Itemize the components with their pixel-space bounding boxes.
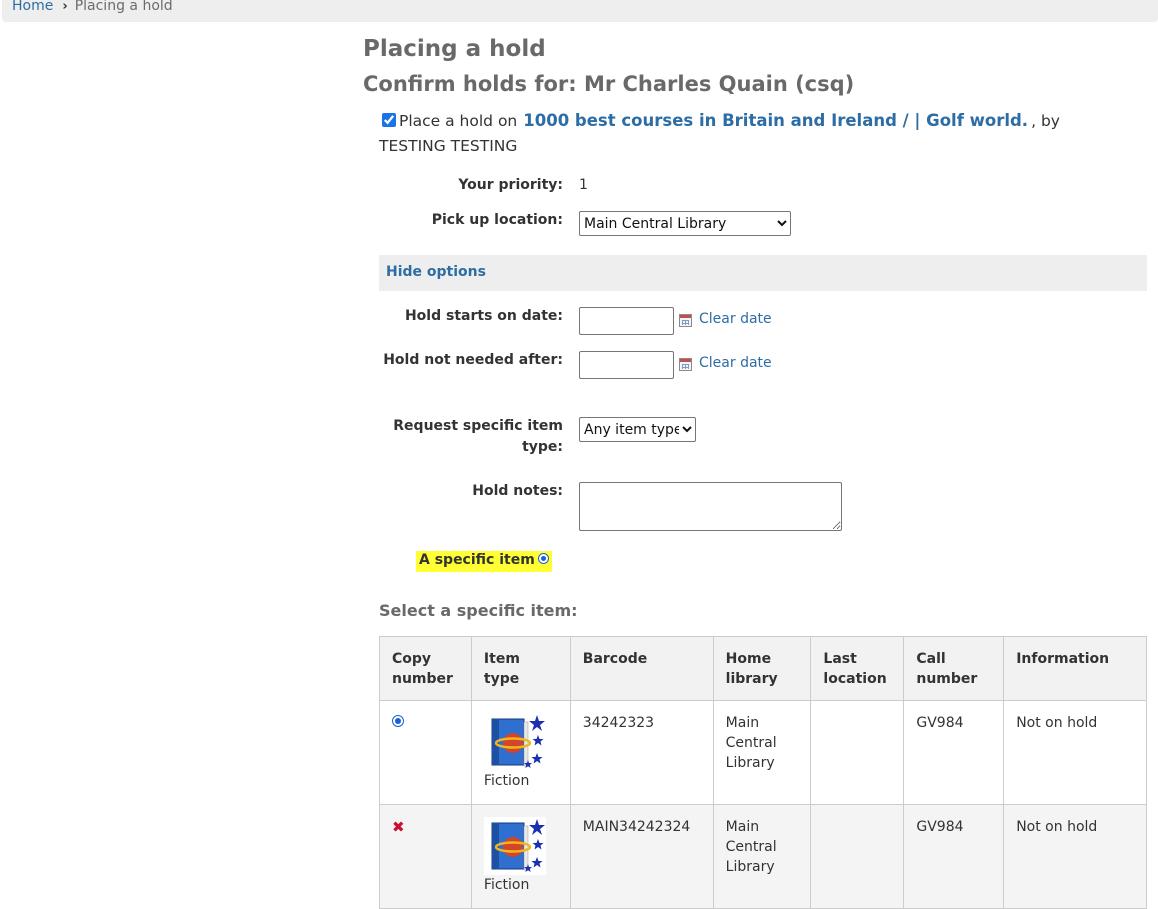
col-last-location: Last location — [810, 636, 905, 701]
priority-value: 1 — [579, 177, 588, 193]
last-location-cell — [810, 804, 905, 909]
confirm-holds-heading: Confirm holds for: Mr Charles Quain (csq… — [363, 72, 855, 96]
item-type-text: Fiction — [483, 877, 530, 893]
pickup-location-label: Pick up location: — [431, 212, 563, 228]
calendar-icon[interactable] — [679, 314, 692, 327]
call-number-cell: GV984 — [903, 700, 1005, 805]
items-table: Copy number Item type Barcode Home libra… — [379, 636, 1147, 909]
information-cell: Not on hold — [1003, 804, 1147, 909]
call-number-cell: GV984 — [903, 804, 1005, 909]
hold-start-date-label: Hold starts on date: — [404, 308, 563, 324]
chevron-right-icon: › — [62, 0, 68, 14]
fiction-book-icon — [491, 715, 545, 768]
hold-title-line: Place a hold on 1000 best courses in Brit… — [379, 108, 1119, 159]
fiction-book-icon — [483, 817, 546, 875]
barcode-cell: MAIN34242324 — [569, 804, 714, 909]
x-icon: ✖ — [392, 818, 405, 836]
calendar-icon[interactable] — [679, 358, 692, 371]
breadcrumb-current: Placing a hold — [74, 0, 173, 14]
col-barcode: Barcode — [569, 636, 714, 701]
hold-notes-label: Hold notes: — [472, 483, 563, 499]
select-item-heading: Select a specific item: — [379, 601, 578, 620]
item-type-text: Fiction — [483, 773, 530, 789]
last-location-cell — [810, 700, 905, 805]
col-information: Information — [1003, 636, 1147, 701]
home-library-cell: Main Central Library — [712, 804, 812, 909]
table-row: Fiction 34242323 Main Central Library GV… — [379, 700, 1147, 805]
hide-options-link[interactable]: Hide options — [386, 264, 486, 280]
clear-expiry-date-link[interactable]: Clear date — [699, 355, 772, 371]
col-call-number: Call number — [903, 636, 1005, 701]
specific-item-option[interactable]: A specific item — [416, 551, 552, 572]
col-copy-number: Copy number — [379, 636, 472, 701]
home-library-cell: Main Central Library — [712, 700, 812, 805]
table-header-row: Copy number Item type Barcode Home libra… — [379, 636, 1147, 701]
item-type-cell: Fiction — [470, 700, 571, 805]
item-select-radio[interactable] — [392, 715, 404, 727]
item-type-label: Request specific item type: — [393, 418, 563, 455]
options-bar: Hide options — [379, 255, 1147, 291]
pickup-location-select[interactable]: Main Central Library — [579, 211, 791, 236]
col-home-library: Home library — [712, 636, 812, 701]
copy-select-cell: ✖ — [379, 804, 472, 909]
item-type-cell: Fiction — [470, 804, 571, 909]
hold-notes-textarea[interactable] — [579, 482, 842, 531]
specific-item-radio[interactable] — [537, 553, 549, 564]
clear-start-date-link[interactable]: Clear date — [699, 311, 772, 327]
information-cell: Not on hold — [1003, 700, 1147, 805]
col-item-type: Item type — [470, 636, 571, 701]
copy-select-cell — [379, 700, 472, 805]
breadcrumb: Home › Placing a hold — [2, 0, 1158, 22]
priority-label: Your priority: — [458, 177, 563, 193]
hold-expiry-date-input[interactable] — [579, 351, 674, 379]
barcode-cell: 34242323 — [569, 700, 714, 805]
item-type-select[interactable]: Any item type — [579, 417, 696, 442]
place-hold-checkbox[interactable] — [382, 113, 396, 127]
biblio-title-link[interactable]: 1000 best courses in Britain and Ireland… — [523, 111, 1028, 130]
hold-start-date-input[interactable] — [579, 307, 674, 335]
specific-item-label: A specific item — [419, 552, 535, 568]
page-title: Placing a hold — [363, 36, 546, 62]
hold-expiry-date-label: Hold not needed after: — [383, 352, 563, 368]
table-row: ✖ Fiction MAIN34242324 Main Central Libr… — [379, 804, 1147, 909]
breadcrumb-home-link[interactable]: Home — [12, 0, 53, 14]
place-hold-label: Place a hold on — [399, 112, 518, 130]
